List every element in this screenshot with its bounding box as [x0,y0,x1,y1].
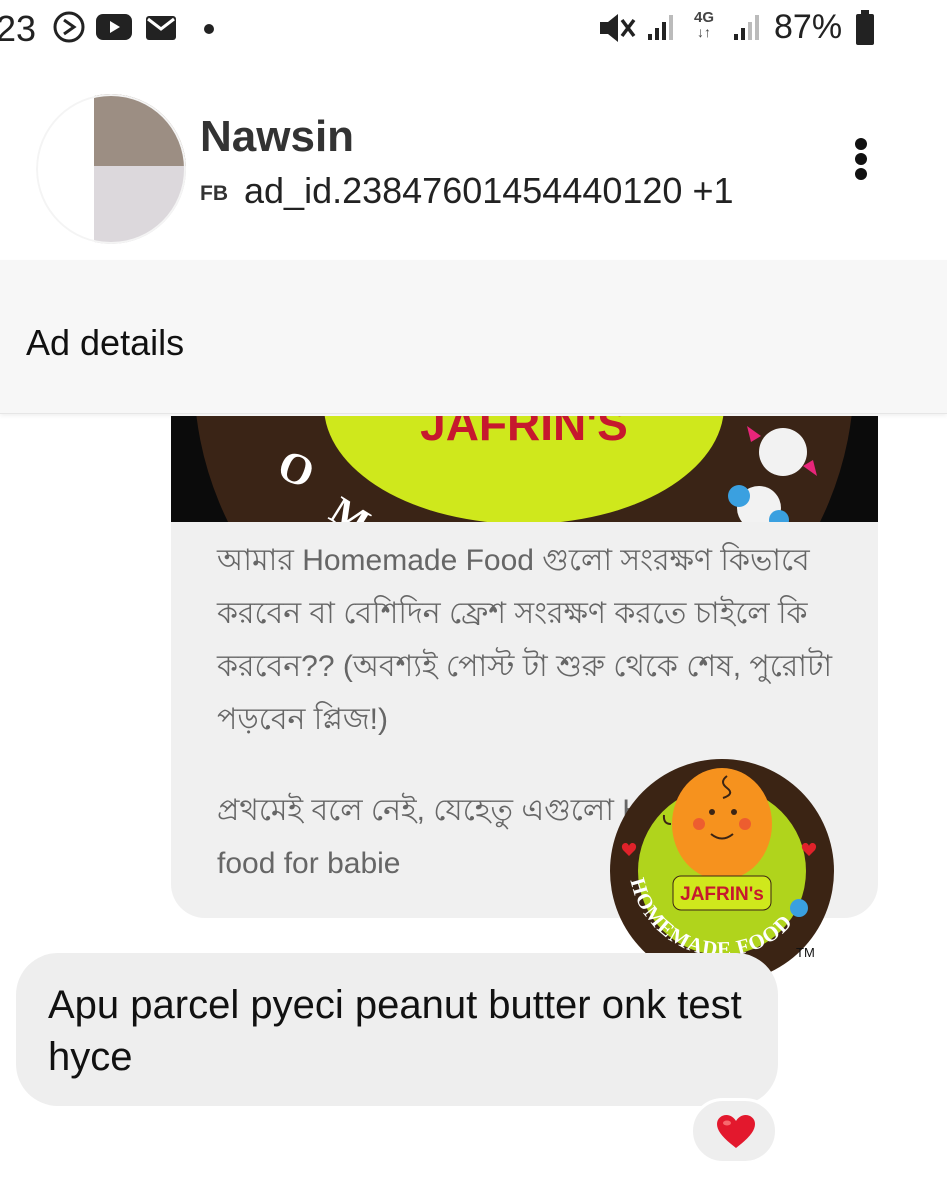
ad-paragraph: আমার Homemade Food গুলো সংরক্ষণ কিভাবে ক… [217,544,833,736]
dot-icon [204,24,214,34]
battery-percentage: 87% [774,8,843,46]
mute-icon [600,14,636,42]
more-options-button[interactable] [846,134,876,184]
avatar[interactable] [36,94,186,244]
message-reaction[interactable] [690,1098,778,1164]
status-time: 23 [0,8,37,49]
contact-name[interactable]: Nawsin [200,112,354,162]
more-vert-icon [855,138,867,150]
heart-icon [717,1115,755,1148]
conversation-header: Nawsin FB ad_id.23847601454440120 +1 [0,62,947,260]
youtube-icon [96,14,132,40]
ad-details-label: Ad details [26,322,185,363]
ad-id-label: ad_id.23847601454440120 +1 [244,170,734,211]
status-bar: 23 4G ↓↑ 87% [0,0,947,62]
signal-icon [734,15,759,40]
source-badge: FB [200,182,228,205]
message-text: Apu parcel pyeci peanut butter onk test … [48,983,742,1079]
network-4g-icon: 4G ↓↑ [693,9,714,40]
ad-banner-image[interactable]: JAFRIN'S O M [171,416,878,522]
battery-icon [856,10,874,45]
trademark-label: TM [796,945,815,960]
data-saver-icon [53,11,85,43]
signal-icon [648,15,673,40]
message-bubble[interactable]: Apu parcel pyeci peanut butter onk test … [16,953,778,1106]
ad-banner-text: JAFRIN'S [420,416,628,450]
mail-icon [146,16,176,40]
logo-brand-text: JAFRIN's [680,884,764,905]
ad-details-bar[interactable]: Ad details [0,260,947,414]
